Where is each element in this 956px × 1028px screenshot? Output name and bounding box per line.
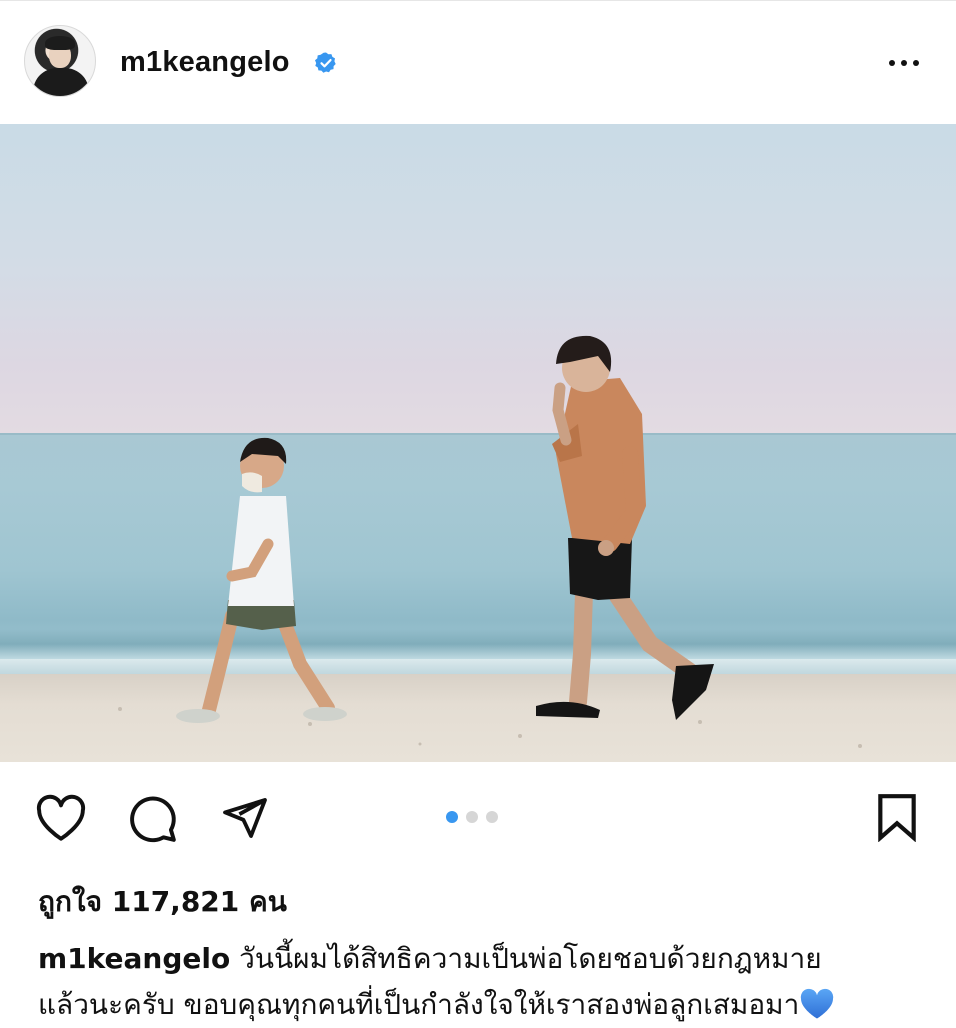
ellipsis-icon[interactable] [884, 53, 924, 73]
comment-bubble-icon[interactable] [128, 794, 178, 844]
blue-heart-icon [801, 988, 834, 1019]
caption-text-line2: แล้วนะครับ ขอบคุณทุกคนที่เป็นกำลังใจให้เ… [38, 988, 800, 1021]
post-photo[interactable] [0, 124, 956, 762]
caption-text-line1: วันนี้ผมได้สิทธิความเป็นพ่อโดยชอบด้วยกฎห… [239, 942, 822, 975]
avatar[interactable] [24, 25, 96, 97]
caption-username[interactable]: m1keangelo [38, 942, 230, 975]
post-caption: m1keangelo วันนี้ผมได้สิทธิความเป็นพ่อโด… [38, 936, 928, 1028]
carousel-dot [466, 811, 478, 823]
beach-figures-illustration [0, 335, 956, 748]
paper-plane-icon[interactable] [220, 794, 270, 842]
like-count[interactable]: ถูกใจ 117,821 คน [38, 880, 287, 924]
verified-badge-icon [315, 52, 336, 73]
heart-outline-icon[interactable] [34, 794, 88, 842]
carousel-dot-active [446, 811, 458, 823]
carousel-indicator [446, 811, 498, 823]
username[interactable]: m1keangelo [120, 46, 290, 79]
post-header: m1keangelo [0, 0, 956, 124]
carousel-dot [486, 811, 498, 823]
bookmark-icon[interactable] [876, 792, 918, 842]
